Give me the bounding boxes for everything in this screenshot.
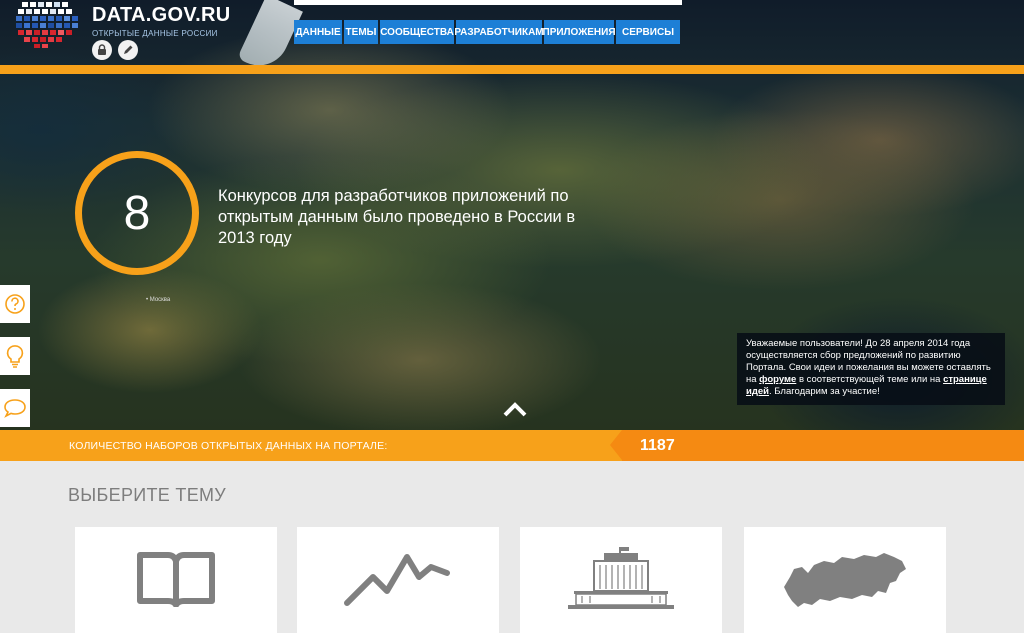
chat-bubble-icon: [4, 399, 26, 418]
feedback-button[interactable]: [0, 389, 30, 427]
topic-card-economy[interactable]: [297, 527, 499, 633]
map-city-label: • Москва: [146, 297, 171, 303]
stat-number: 8: [123, 186, 151, 240]
lightbulb-icon: [6, 345, 24, 368]
stat-description: Конкурсов для разработчиков приложений п…: [218, 187, 576, 247]
nav-item-1[interactable]: Данные: [294, 20, 342, 44]
dataset-counter-bar: Количество наборов открытых данных на по…: [0, 430, 1024, 461]
logo-mosaic-icon[interactable]: [14, 0, 84, 50]
site-subtitle: открытые данные России: [92, 29, 218, 38]
side-toolbar: [0, 285, 30, 427]
announcement-box: Уважаемые пользователи! До 28 апреля 201…: [737, 333, 1005, 405]
topic-card-education[interactable]: [75, 527, 277, 633]
lock-icon[interactable]: [92, 40, 112, 60]
government-building-icon: [568, 547, 674, 609]
top-search-strip[interactable]: [294, 0, 682, 5]
ideas-button[interactable]: [0, 337, 30, 375]
main-nav: Данные Темы Сообщества Разработчикам Приложе…: [294, 20, 680, 44]
book-icon: [137, 552, 215, 607]
header-tools: [92, 40, 138, 60]
nav-item-6[interactable]: Сервисы: [616, 20, 680, 44]
counter-notch: [610, 430, 622, 460]
pencil-icon[interactable]: [118, 40, 138, 60]
nav-item-2[interactable]: Темы: [344, 20, 378, 44]
counter-value-panel: [622, 430, 1024, 461]
nav-item-3[interactable]: Сообщества: [380, 20, 454, 44]
notice-text-2: в соответствующей теме или на: [796, 374, 944, 385]
topic-card-government[interactable]: [520, 527, 722, 633]
site-title[interactable]: DATA.GOV.RU: [92, 4, 231, 27]
counter-value[interactable]: 1187: [640, 430, 675, 461]
nav-item-4[interactable]: Разработчикам: [454, 20, 544, 44]
help-button[interactable]: [0, 285, 30, 323]
header-accent-line: [0, 65, 1024, 74]
counter-label: Количество наборов открытых данных на по…: [69, 439, 388, 452]
line-chart-icon: [344, 554, 450, 606]
chevron-up-icon[interactable]: [503, 401, 527, 417]
topic-card-regions[interactable]: [744, 527, 946, 633]
russia-map-icon: [784, 553, 906, 607]
topics-title: Выберите тему: [68, 485, 227, 505]
nav-item-5[interactable]: Приложения: [543, 20, 616, 44]
stat-circle: 8: [75, 151, 199, 275]
forum-link[interactable]: форуме: [759, 374, 796, 385]
question-icon: [5, 294, 25, 314]
brand[interactable]: DATA.GOV.RU открытые данные России: [92, 4, 231, 38]
notice-text-3: . Благодарим за участие!: [769, 386, 880, 397]
